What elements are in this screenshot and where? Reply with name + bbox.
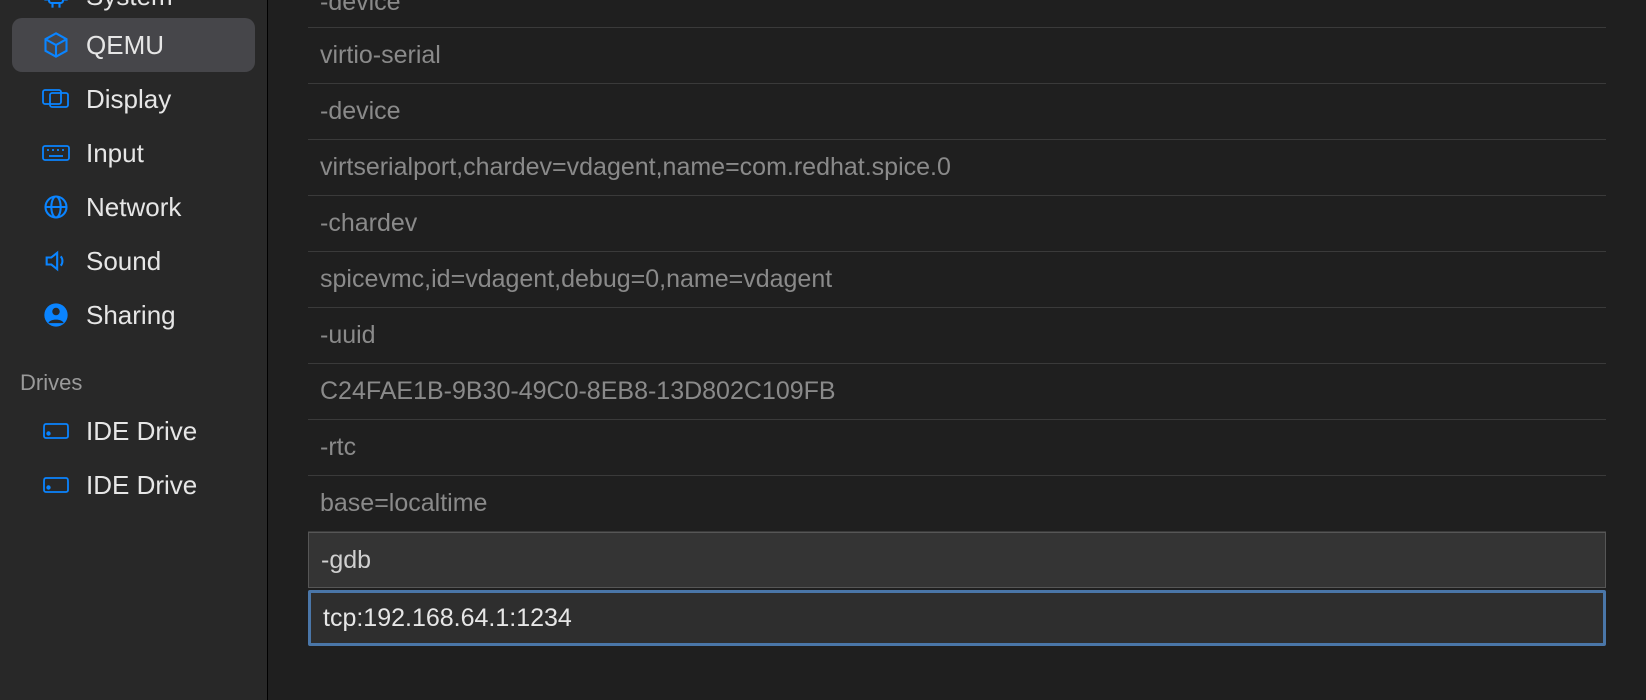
sidebar-item-label: System	[86, 0, 173, 12]
argument-row[interactable]: base=localtime	[308, 476, 1606, 532]
argument-row[interactable]: virtserialport,chardev=vdagent,name=com.…	[308, 140, 1606, 196]
argument-row[interactable]: spicevmc,id=vdagent,debug=0,name=vdagent	[308, 252, 1606, 308]
sidebar-item-ide-drive-0[interactable]: IDE Drive	[12, 404, 255, 458]
sidebar-item-label: Display	[86, 84, 171, 115]
sidebar-item-label: QEMU	[86, 30, 164, 61]
qemu-arguments-panel: -device virtio-serial -device virtserial…	[268, 0, 1646, 700]
globe-icon	[40, 191, 72, 223]
keyboard-icon	[40, 137, 72, 169]
argument-input-focused[interactable]: tcp:192.168.64.1:1234	[308, 590, 1606, 646]
display-icon	[40, 83, 72, 115]
sidebar: System QEMU Display	[0, 0, 268, 700]
sidebar-section-drives: Drives	[0, 342, 267, 404]
sidebar-item-label: IDE Drive	[86, 416, 197, 447]
argument-row[interactable]: virtio-serial	[308, 28, 1606, 84]
sidebar-item-input[interactable]: Input	[12, 126, 255, 180]
drive-icon	[40, 469, 72, 501]
sidebar-item-label: Network	[86, 192, 181, 223]
argument-row[interactable]: -device	[308, 84, 1606, 140]
sidebar-item-label: IDE Drive	[86, 470, 197, 501]
argument-row[interactable]: -device	[308, 0, 1606, 28]
sidebar-item-label: Input	[86, 138, 144, 169]
sidebar-item-label: Sound	[86, 246, 161, 277]
argument-row[interactable]: -chardev	[308, 196, 1606, 252]
sidebar-item-system[interactable]: System	[12, 0, 255, 18]
sidebar-item-qemu[interactable]: QEMU	[12, 18, 255, 72]
speaker-icon	[40, 245, 72, 277]
cube-icon	[40, 29, 72, 61]
argument-row-gdb[interactable]: -gdb	[308, 532, 1606, 588]
sidebar-item-network[interactable]: Network	[12, 180, 255, 234]
sidebar-item-label: Sharing	[86, 300, 176, 331]
argument-row[interactable]: -rtc	[308, 420, 1606, 476]
sidebar-item-sharing[interactable]: Sharing	[12, 288, 255, 342]
person-icon	[40, 299, 72, 331]
sidebar-item-display[interactable]: Display	[12, 72, 255, 126]
sidebar-item-sound[interactable]: Sound	[12, 234, 255, 288]
drive-icon	[40, 415, 72, 447]
argument-row[interactable]: C24FAE1B-9B30-49C0-8EB8-13D802C109FB	[308, 364, 1606, 420]
chip-icon	[40, 0, 72, 12]
sidebar-item-ide-drive-1[interactable]: IDE Drive	[12, 458, 255, 512]
argument-row[interactable]: -uuid	[308, 308, 1606, 364]
